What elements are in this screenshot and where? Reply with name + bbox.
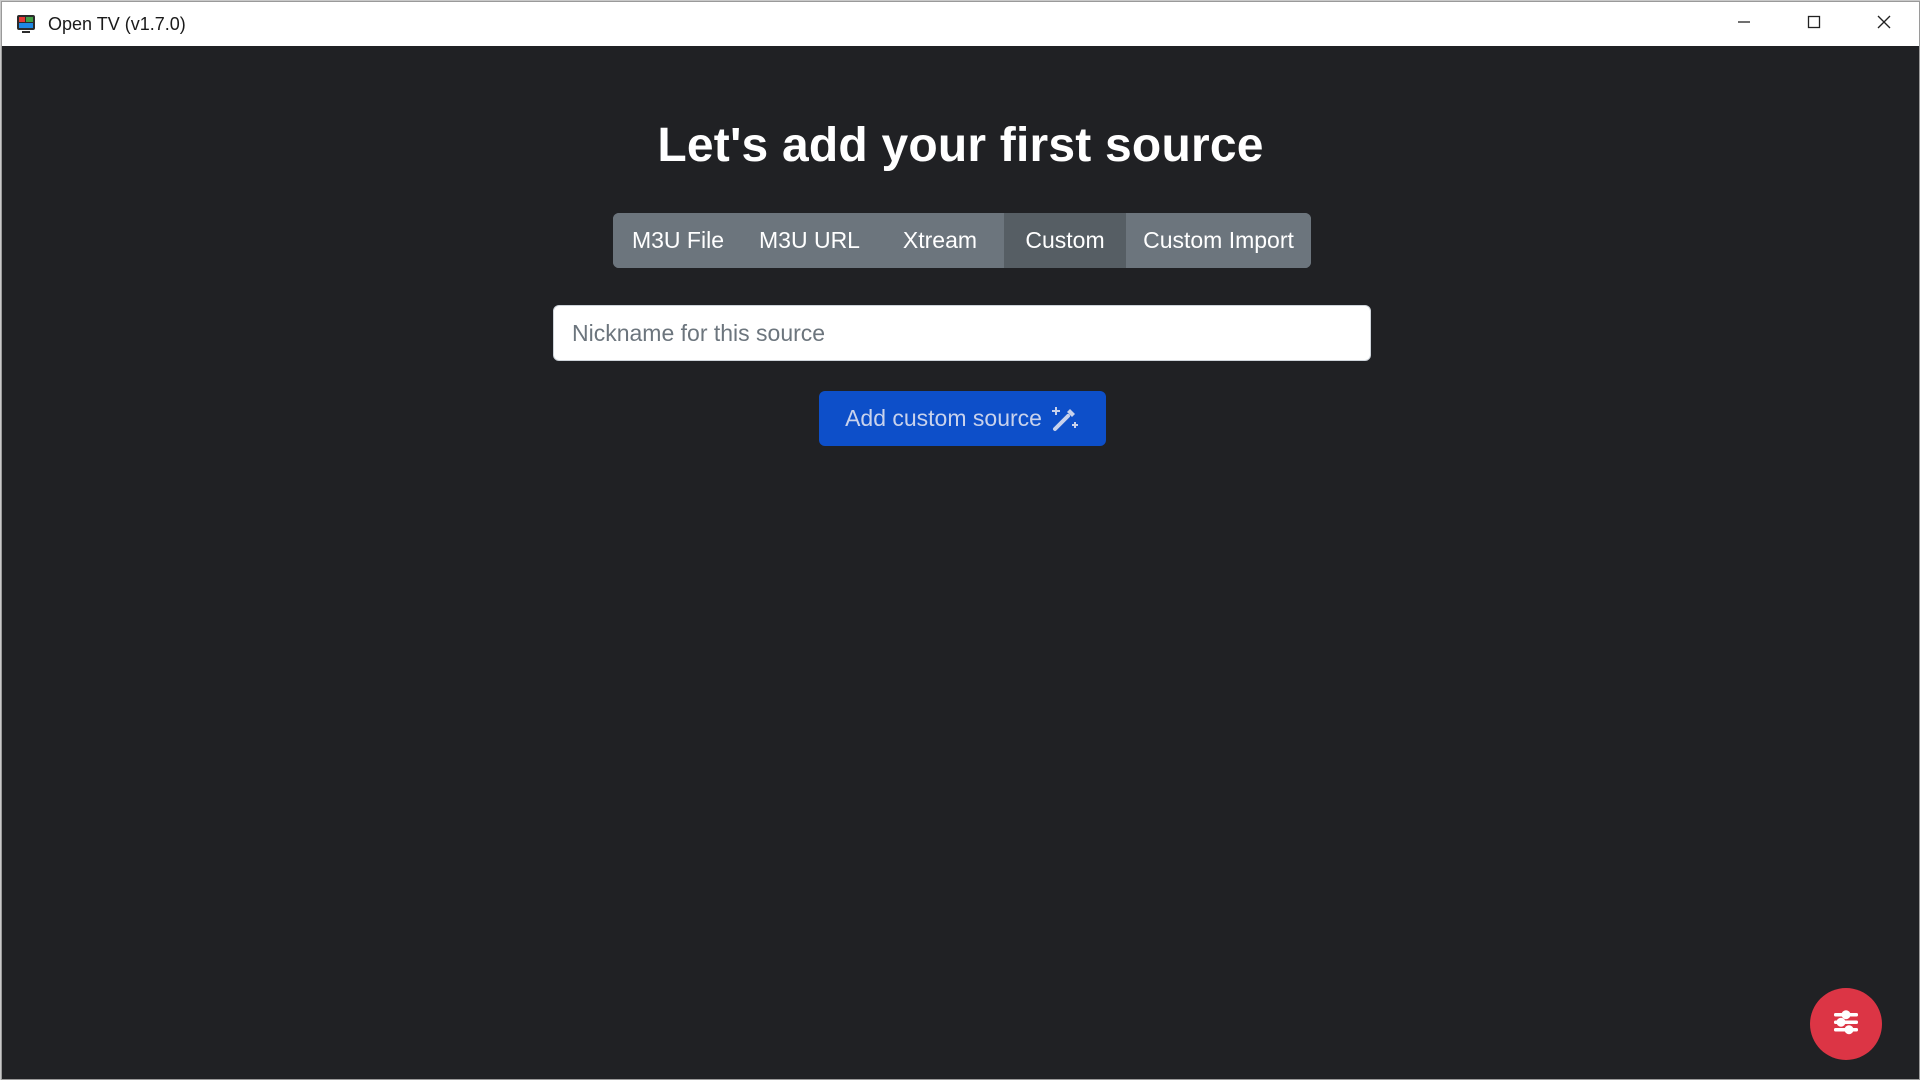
title-bar[interactable]: Open TV (v1.7.0) bbox=[2, 2, 1919, 46]
source-type-tabs: M3U File M3U URL Xtream Custom Custom Im… bbox=[613, 213, 1311, 268]
maximize-button[interactable] bbox=[1779, 2, 1849, 46]
window-controls bbox=[1709, 2, 1919, 46]
tab-m3u-url[interactable]: M3U URL bbox=[743, 213, 876, 268]
magic-wand-icon bbox=[1050, 404, 1080, 434]
minimize-button[interactable] bbox=[1709, 2, 1779, 46]
page-title: Let's add your first source bbox=[657, 119, 1264, 172]
tab-m3u-file[interactable]: M3U File bbox=[613, 213, 743, 268]
minimize-icon bbox=[1737, 15, 1751, 34]
main-content: Let's add your first source M3U File M3U… bbox=[2, 46, 1919, 1079]
tab-custom[interactable]: Custom bbox=[1004, 213, 1126, 268]
add-custom-source-label: Add custom source bbox=[845, 405, 1042, 431]
close-icon bbox=[1877, 15, 1891, 34]
tab-xtream[interactable]: Xtream bbox=[876, 213, 1004, 268]
add-custom-source-button[interactable]: Add custom source bbox=[819, 391, 1106, 446]
app-window: Open TV (v1.7.0) Let's add your first so… bbox=[1, 1, 1920, 1080]
tab-custom-import[interactable]: Custom Import bbox=[1126, 213, 1311, 268]
close-button[interactable] bbox=[1849, 2, 1919, 46]
nickname-input[interactable] bbox=[553, 305, 1371, 361]
settings-sliders-icon bbox=[1829, 1005, 1863, 1044]
maximize-icon bbox=[1807, 15, 1821, 34]
window-title: Open TV (v1.7.0) bbox=[48, 13, 186, 34]
tv-icon bbox=[16, 14, 36, 34]
settings-fab[interactable] bbox=[1810, 988, 1882, 1060]
